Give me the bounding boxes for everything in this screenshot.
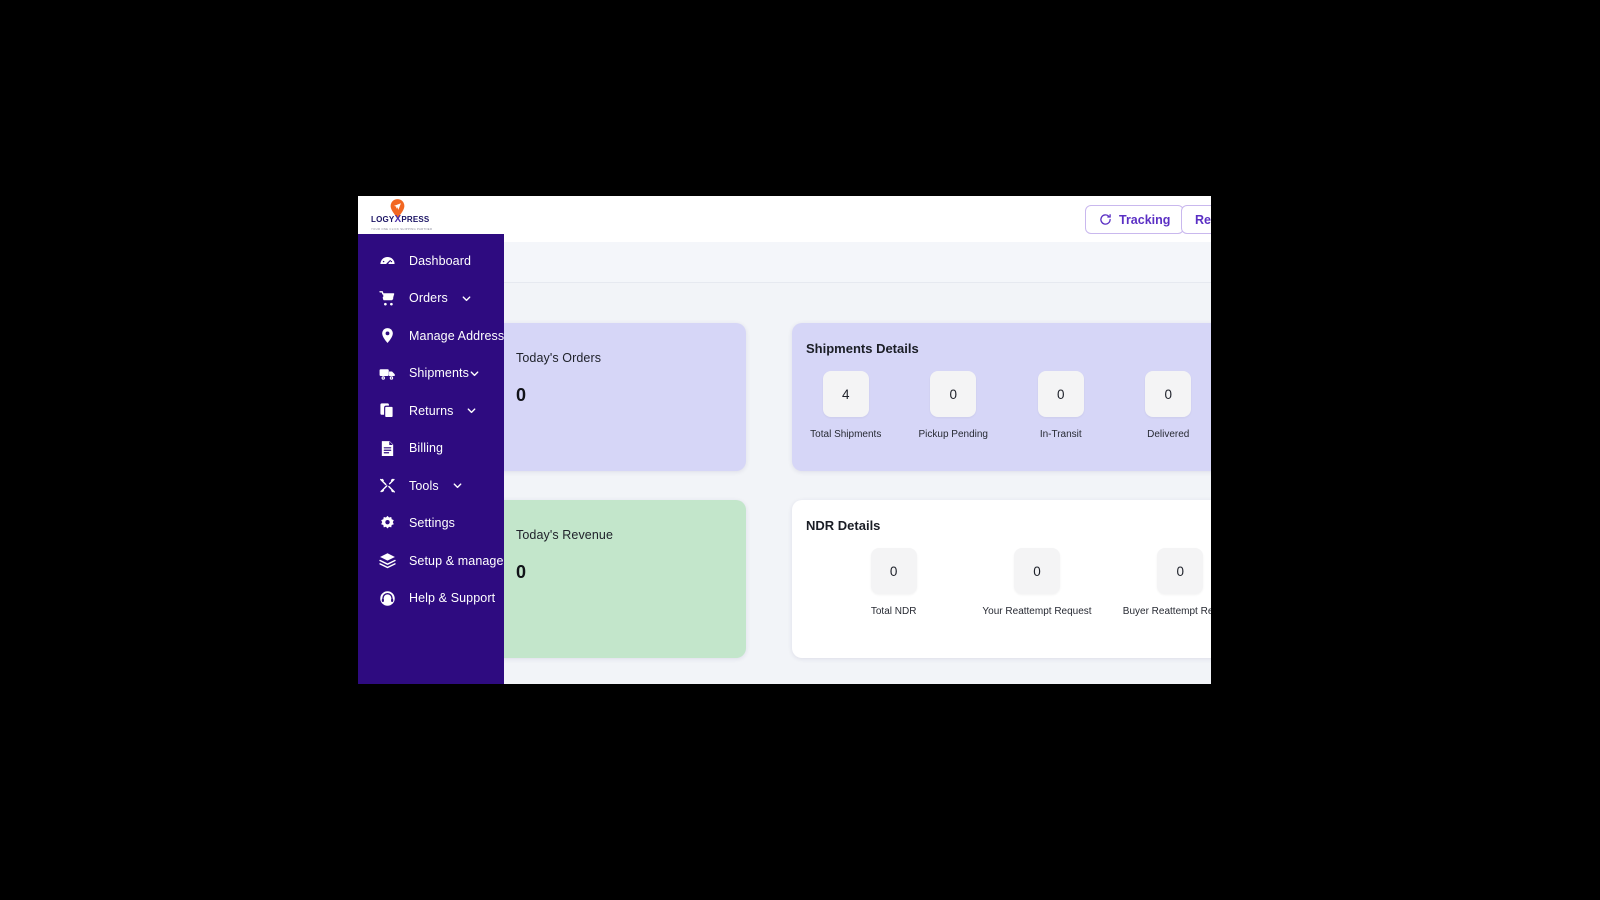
metric-value: 0 bbox=[870, 548, 917, 594]
metric-label: Pickup Pending bbox=[918, 429, 989, 440]
headset-icon bbox=[379, 590, 396, 607]
ndr-metrics-row: 0 Total NDR 0 Your Reattempt Request 0 Buyer … bbox=[822, 548, 1211, 617]
ndr-details-card: NDR Details 0 Total NDR 0 Your Reattempt Re… bbox=[792, 500, 1211, 658]
todays-orders-value: 0 bbox=[516, 385, 527, 405]
todays-revenue-label: Today's Revenue bbox=[516, 528, 614, 542]
refresh-icon bbox=[1099, 213, 1112, 226]
sidebar-item-shipments[interactable]: Shipments bbox=[358, 355, 504, 393]
metric-delivered[interactable]: 0 Delivered bbox=[1115, 371, 1212, 440]
brand-logo[interactable]: LOGYXPRESS YOUR ONE CLICK SHIPPING PARTN… bbox=[358, 196, 504, 234]
copy-icon bbox=[379, 402, 396, 419]
sidebar-item-tools[interactable]: Tools bbox=[358, 467, 504, 505]
brand-tagline: YOUR ONE CLICK SHIPPING PARTNER bbox=[371, 226, 433, 231]
ndr-details-title: NDR Details bbox=[806, 518, 881, 533]
sidebar-item-orders[interactable]: Orders bbox=[358, 280, 504, 318]
sidebar-item-manage-address[interactable]: Manage Address bbox=[358, 317, 504, 355]
todays-orders-label: Today's Orders bbox=[516, 351, 602, 365]
chevron-down-icon[interactable] bbox=[461, 293, 472, 304]
metric-label: Your Reattempt Request bbox=[982, 606, 1092, 617]
metric-label: Buyer Reattempt Request bbox=[1122, 606, 1211, 617]
sidebar-item-label: Shipments bbox=[409, 366, 469, 381]
metric-label: In-Transit bbox=[1039, 429, 1082, 440]
register-button[interactable]: Register bbox=[1181, 205, 1211, 234]
metric-value: 4 bbox=[822, 371, 869, 417]
chevron-down-icon[interactable] bbox=[452, 480, 463, 491]
invoice-icon bbox=[379, 440, 396, 457]
sidebar-item-label: Settings bbox=[409, 516, 455, 531]
speedometer-icon bbox=[379, 252, 396, 269]
cart-icon bbox=[379, 290, 396, 307]
shipments-details-title: Shipments Details bbox=[806, 341, 919, 356]
metric-buyer-reattempt-request[interactable]: 0 Buyer Reattempt Request bbox=[1109, 548, 1211, 617]
sidebar-item-label: Orders bbox=[409, 291, 448, 306]
metric-total-shipments[interactable]: 4 Total Shipments bbox=[792, 371, 900, 440]
metric-value: 0 bbox=[1037, 371, 1084, 417]
metric-value: 0 bbox=[1145, 371, 1192, 417]
shipments-details-card: Shipments Details 4 Total Shipments 0 Picku… bbox=[792, 323, 1211, 471]
sidebar-item-label: Returns bbox=[409, 403, 454, 418]
sidebar-item-help-support[interactable]: Help & Support bbox=[358, 580, 504, 618]
sidebar-item-returns[interactable]: Returns bbox=[358, 392, 504, 430]
sidebar-item-label: Dashboard bbox=[409, 253, 472, 268]
map-pin-icon bbox=[379, 327, 396, 344]
sidebar-item-label: Manage Address bbox=[409, 328, 504, 343]
metric-label: Total NDR bbox=[870, 606, 917, 617]
sidebar-item-label: Setup & manage bbox=[409, 553, 504, 568]
metric-value: 0 bbox=[1013, 548, 1060, 594]
metric-your-reattempt-request[interactable]: 0 Your Reattempt Request bbox=[965, 548, 1108, 617]
chevron-down-icon[interactable] bbox=[469, 368, 480, 379]
gear-icon bbox=[379, 515, 396, 532]
sidebar-item-dashboard[interactable]: Dashboard bbox=[358, 242, 504, 280]
sidebar-item-label: Help & Support bbox=[409, 591, 496, 606]
metric-total-ndr[interactable]: 0 Total NDR bbox=[822, 548, 965, 617]
tracking-button-label: Tracking bbox=[1119, 212, 1171, 227]
sidebar: LOGYXPRESS YOUR ONE CLICK SHIPPING PARTN… bbox=[358, 196, 504, 684]
sidebar-item-billing[interactable]: Billing bbox=[358, 430, 504, 468]
metric-label: Total Shipments bbox=[810, 429, 882, 440]
metric-in-transit[interactable]: 0 In-Transit bbox=[1007, 371, 1115, 440]
sidebar-item-settings[interactable]: Settings bbox=[358, 505, 504, 543]
shipments-metrics-row: 4 Total Shipments 0 Pickup Pending 0 In-Trans… bbox=[792, 371, 1211, 440]
sidebar-nav: Dashboard Orders Manage Address Shipments Re… bbox=[358, 234, 504, 617]
todays-revenue-value: 0 bbox=[516, 562, 527, 582]
layers-icon bbox=[379, 552, 396, 569]
metric-value: 0 bbox=[930, 371, 977, 417]
brand-logo-text: LOGYXPRESS bbox=[371, 214, 430, 226]
sidebar-item-label: Billing bbox=[409, 441, 444, 456]
metric-label: Delivered bbox=[1147, 429, 1190, 440]
chevron-down-icon[interactable] bbox=[466, 405, 477, 416]
tracking-button[interactable]: Tracking bbox=[1085, 205, 1185, 234]
sidebar-item-label: Tools bbox=[409, 478, 439, 493]
tools-icon bbox=[379, 477, 396, 494]
metric-pickup-pending[interactable]: 0 Pickup Pending bbox=[900, 371, 1008, 440]
register-button-label: Register bbox=[1195, 212, 1211, 227]
sidebar-item-setup-manage[interactable]: Setup & manage bbox=[358, 542, 504, 580]
truck-icon bbox=[379, 365, 396, 382]
metric-value: 0 bbox=[1157, 548, 1204, 594]
